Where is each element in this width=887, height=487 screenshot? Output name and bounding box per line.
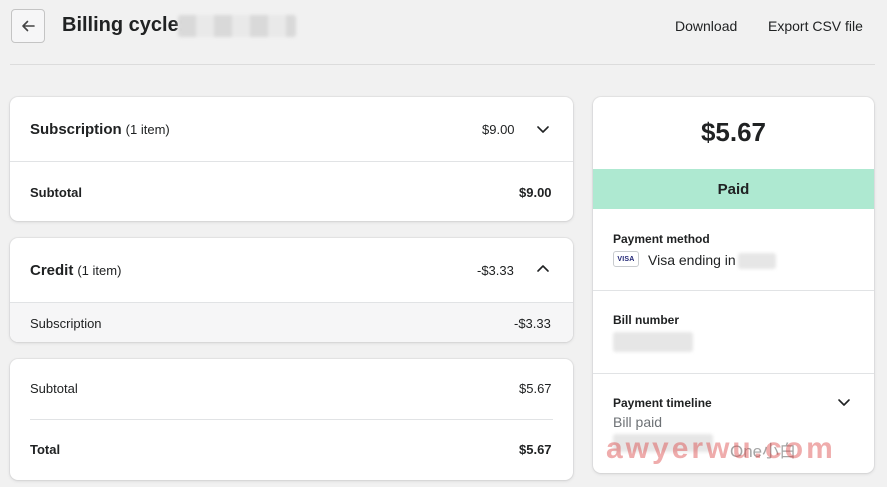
subscription-title: Subscription <box>30 121 122 138</box>
totals-card: Subtotal $5.67 Total $5.67 <box>10 359 573 480</box>
bill-number-label: Bill number <box>613 313 680 327</box>
chevron-down-icon[interactable] <box>535 121 551 137</box>
status-badge: Paid <box>593 169 874 209</box>
visa-card-icon: VISA <box>613 251 639 267</box>
chevron-down-icon[interactable] <box>836 394 852 410</box>
subscription-count: (1 item) <box>125 122 170 137</box>
back-button[interactable] <box>11 9 45 43</box>
subtotal-label: Subtotal <box>30 381 78 396</box>
page-header: Billing cycle: Download Export CSV file <box>0 0 887 64</box>
credit-count: (1 item) <box>77 263 122 278</box>
credit-card: Credit (1 item) -$3.33 Subscription -$3.3… <box>10 238 573 342</box>
subscription-card: Subscription (1 item) $9.00 Subtotal $9.0… <box>10 97 573 221</box>
subtotal-amount: $9.00 <box>519 185 552 200</box>
chevron-up-icon[interactable] <box>535 261 551 277</box>
bill-number-redacted <box>613 332 693 352</box>
page-title: Billing cycle: <box>62 14 186 36</box>
credit-title: Credit <box>30 262 74 279</box>
arrow-left-icon <box>22 20 35 32</box>
credit-amount: -$3.33 <box>477 263 514 278</box>
divider <box>593 290 874 291</box>
divider <box>10 161 573 162</box>
payment-method-label: Payment method <box>613 232 710 246</box>
subtotal-amount: $5.67 <box>519 381 552 396</box>
download-button[interactable]: Download <box>675 18 737 34</box>
divider <box>593 373 874 374</box>
total-label: Total <box>30 442 61 457</box>
subtotal-label: Subtotal <box>30 185 82 200</box>
credit-item-amount: -$3.33 <box>514 316 551 331</box>
export-csv-button[interactable]: Export CSV file <box>768 18 863 34</box>
credit-item-label: Subscription <box>30 316 102 331</box>
total-amount: $5.67 <box>519 442 552 457</box>
payment-timeline-label: Payment timeline <box>613 396 712 410</box>
card-text: Visa ending in <box>648 252 736 268</box>
divider <box>30 419 553 420</box>
header-divider <box>10 64 875 65</box>
credit-line-item: Subscription -$3.33 <box>10 303 573 342</box>
watermark-brand: awyerwu.com <box>606 432 836 465</box>
card-digits-redacted <box>738 253 776 269</box>
timeline-item: Bill paid <box>613 414 663 430</box>
billing-cycle-redacted <box>178 15 296 37</box>
bill-amount: $5.67 <box>700 117 767 147</box>
bill-summary-card: $5.67 Paid Payment method VISA Visa endi… <box>593 97 874 473</box>
subscription-amount: $9.00 <box>482 122 515 137</box>
